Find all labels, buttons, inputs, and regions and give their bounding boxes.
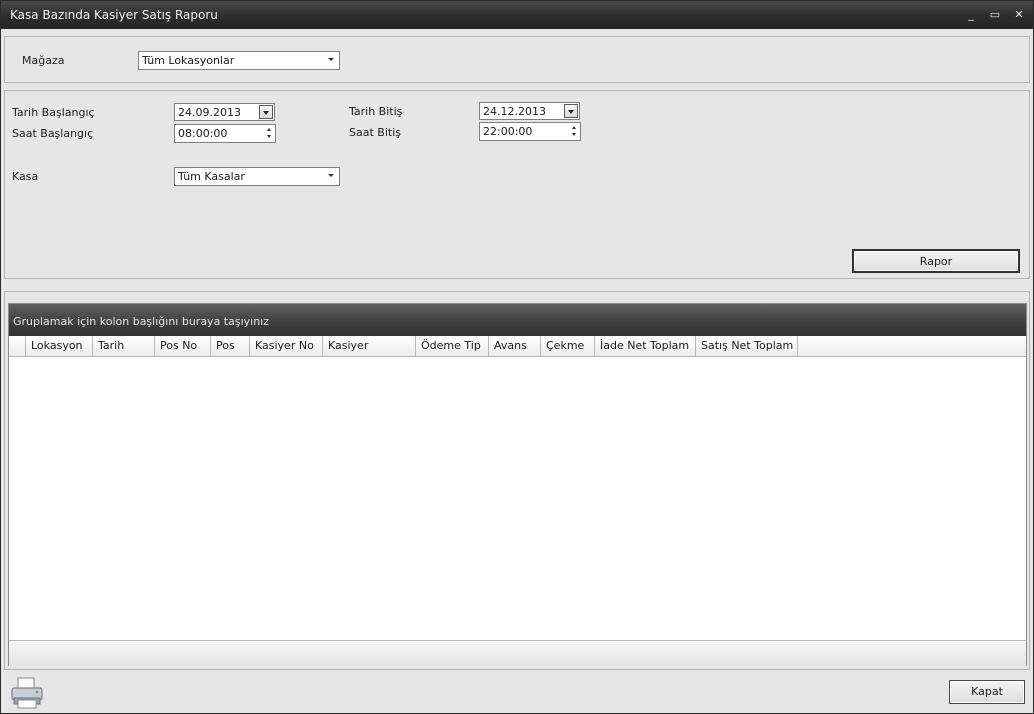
- end-time-value: 22:00:00: [483, 125, 533, 138]
- store-label: Mağaza: [22, 54, 65, 67]
- close-window-button[interactable]: ✕: [1011, 7, 1027, 23]
- end-time-label: Saat Bitiş: [349, 126, 401, 139]
- grid-header: Lokasyon Tarih Pos No Pos Kasiyer No Kas…: [9, 336, 1026, 357]
- column-header-tarih[interactable]: Tarih: [93, 336, 155, 356]
- column-header-lokasyon[interactable]: Lokasyon: [26, 336, 93, 356]
- filter-panel: Tarih Başlangıç 24.09.2013 Saat Başlangı…: [4, 90, 1030, 279]
- report-window: Kasa Bazında Kasiyer Satış Raporu _ ▭ ✕ …: [0, 0, 1034, 714]
- start-time-value: 08:00:00: [178, 127, 228, 140]
- start-date-label: Tarih Başlangıç: [12, 106, 95, 119]
- report-grid: Gruplamak için kolon başlığını buraya ta…: [8, 303, 1027, 666]
- column-header-iade-net-toplam[interactable]: İade Net Toplam: [595, 336, 696, 356]
- store-panel: Mağaza Tüm Lokasyonlar: [4, 36, 1030, 83]
- register-select[interactable]: Tüm Kasalar: [174, 167, 340, 186]
- store-select-value: Tüm Lokasyonlar: [142, 54, 235, 67]
- row-indicator-header: [9, 336, 26, 356]
- chevron-down-icon: [568, 110, 574, 114]
- register-select-value: Tüm Kasalar: [178, 170, 245, 183]
- end-date-picker[interactable]: 24.12.2013: [479, 102, 580, 120]
- chevron-down-icon: [328, 174, 334, 177]
- end-time-spinner[interactable]: 22:00:00: [479, 122, 581, 141]
- chevron-down-icon: [328, 58, 334, 61]
- column-header-kasiyer[interactable]: Kasiyer: [323, 336, 416, 356]
- end-date-dropdown-button[interactable]: [564, 104, 578, 118]
- column-header-satis-net-toplam[interactable]: Satış Net Toplam: [696, 336, 798, 356]
- start-date-picker[interactable]: 24.09.2013: [174, 103, 275, 121]
- column-header-cekme[interactable]: Çekme: [541, 336, 595, 356]
- group-by-hint: Gruplamak için kolon başlığını buraya ta…: [13, 315, 270, 328]
- column-header-kasiyer-no[interactable]: Kasiyer No: [250, 336, 323, 356]
- column-header-pos[interactable]: Pos: [211, 336, 250, 356]
- end-date-value: 24.12.2013: [483, 105, 546, 118]
- title-bar: Kasa Bazında Kasiyer Satış Raporu _ ▭ ✕: [1, 1, 1033, 29]
- start-time-label: Saat Başlangıç: [12, 127, 94, 140]
- minimize-button[interactable]: _: [963, 7, 979, 23]
- spin-down-icon[interactable]: [267, 135, 271, 138]
- start-date-dropdown-button[interactable]: [259, 105, 273, 119]
- window-title: Kasa Bazında Kasiyer Satış Raporu: [10, 8, 218, 22]
- group-by-area[interactable]: Gruplamak için kolon başlığını buraya ta…: [9, 304, 1026, 336]
- printer-icon[interactable]: [9, 674, 45, 710]
- spin-down-icon[interactable]: [572, 133, 576, 136]
- spin-up-icon[interactable]: [572, 126, 576, 129]
- chevron-down-icon: [263, 111, 269, 115]
- start-time-spinner[interactable]: 08:00:00: [174, 124, 276, 143]
- register-label: Kasa: [12, 170, 39, 183]
- column-header-odeme-tip[interactable]: Ödeme Tip: [416, 336, 489, 356]
- end-date-label: Tarih Bitiş: [349, 105, 403, 118]
- close-button[interactable]: Kapat: [949, 680, 1025, 704]
- start-date-value: 24.09.2013: [178, 106, 241, 119]
- report-button[interactable]: Rapor: [852, 249, 1020, 273]
- spin-up-icon[interactable]: [267, 128, 271, 131]
- maximize-button[interactable]: ▭: [987, 7, 1003, 23]
- column-header-avans[interactable]: Avans: [489, 336, 541, 356]
- column-header-pos-no[interactable]: Pos No: [155, 336, 211, 356]
- store-select[interactable]: Tüm Lokasyonlar: [138, 51, 340, 70]
- grid-footer: [9, 640, 1026, 666]
